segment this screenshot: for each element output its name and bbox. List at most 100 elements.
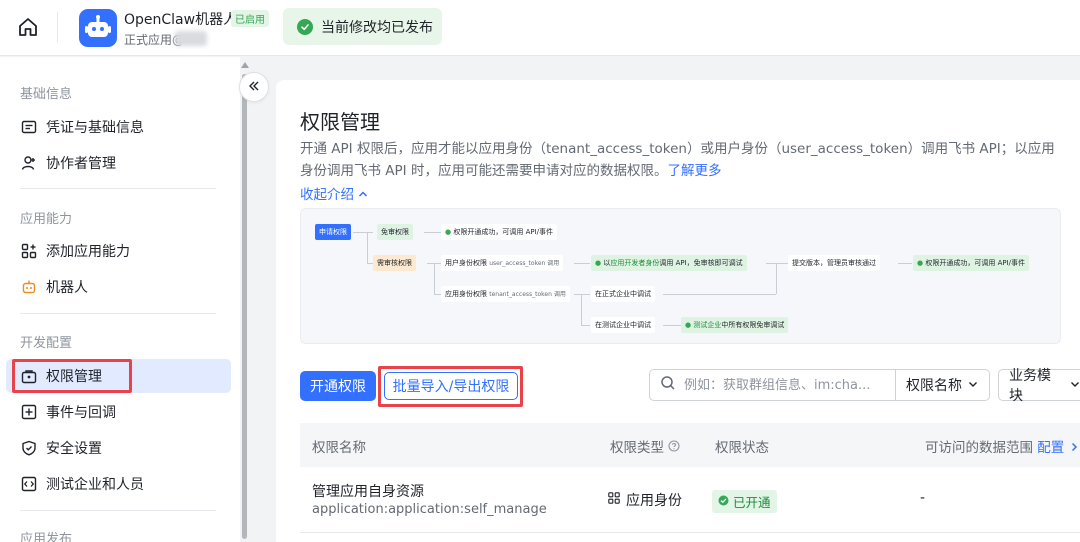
learn-more-link[interactable]: 了解更多 [667, 163, 721, 179]
sidebar-item-bot[interactable]: 机器人 [6, 270, 231, 304]
table-header: 权限名称 权限类型 权限状态 可访问的数据范围 配置 [300, 423, 1080, 467]
collapse-intro-link[interactable]: 收起介绍 [300, 183, 368, 203]
highlight-box-permissions [12, 359, 132, 393]
flow-text: 用户身份权限 [445, 259, 487, 267]
help-circle-icon[interactable] [668, 440, 680, 456]
flow-text: 权限开通成功，可调用 API/事件 [453, 228, 554, 236]
sidebar-item-label: 安全设置 [46, 441, 102, 457]
sidebar-item-add-capability[interactable]: 添加应用能力 [6, 234, 231, 268]
flow-node-test-debug: 在测试企业中调试 [591, 317, 655, 333]
sidebar-item-label: 添加应用能力 [46, 244, 130, 260]
column-header-scope: 可访问的数据范围 配置 [925, 436, 1079, 456]
header-divider [57, 12, 58, 42]
enable-permission-button[interactable]: 开通权限 [300, 371, 376, 401]
flow-node-no-review-result: ● 权限开通成功，可调用 API/事件 [441, 224, 558, 240]
flow-line [766, 263, 788, 264]
chevron-right-icon[interactable] [1069, 440, 1079, 456]
flow-line [663, 294, 776, 295]
robot-app-icon [79, 9, 117, 47]
permission-flow-diagram: 申请权限 免审权限 ● 权限开通成功，可调用 API/事件 需审核权限 用户身份… [300, 208, 1061, 344]
column-label: 权限类型 [610, 440, 664, 456]
sidebar-scrollbar[interactable] [241, 62, 249, 542]
table-row[interactable]: 管理应用自身资源 application:application:self_ma… [300, 467, 1080, 533]
column-header-name: 权限名称 [312, 440, 366, 456]
sidebar-item-label: 协作者管理 [46, 156, 116, 172]
page-description: 开通 API 权限后，应用才能以应用身份（tenant_access_token… [300, 138, 1060, 182]
flow-line [353, 232, 373, 233]
flow-node-user-result: ● 以应用开发者身份调用 API，免审核即可调试 [591, 255, 747, 271]
app-status-badge: 已启用 [231, 10, 269, 27]
flow-line [367, 232, 368, 263]
flow-node-submit: 提交版本，管理员审核通过 [788, 255, 880, 271]
double-chevron-left-icon [247, 78, 261, 97]
flow-line [581, 325, 590, 326]
column-header-status: 权限状态 [715, 440, 769, 456]
flow-node-prod-debug: 在正式企业中调试 [591, 286, 655, 302]
check-circle-icon: ● [685, 321, 692, 329]
flow-text: 权限开通成功，可调用 API/事件 [925, 259, 1026, 267]
module-select[interactable]: 业务模块 [998, 368, 1080, 404]
flow-node-need-review: 需审核权限 [373, 255, 416, 271]
column-header-type: 权限类型 [610, 436, 680, 456]
chevron-up-icon [358, 187, 368, 203]
collapse-intro-label: 收起介绍 [300, 187, 354, 203]
sidebar-item-collaborators[interactable]: 协作者管理 [6, 146, 231, 180]
status-badge: 已开通 [712, 490, 777, 513]
flow-node-no-review: 免审权限 [377, 224, 413, 240]
flow-highlight: 应用开发者身份 [610, 259, 660, 267]
toast-text: 当前修改均已发布 [321, 19, 433, 36]
search-input[interactable] [684, 377, 884, 393]
search-box[interactable] [649, 369, 896, 401]
sidebar-divider [20, 188, 216, 189]
flow-subtext: tenant_access_token 调用 [489, 291, 566, 298]
sidebar-item-test-tenant[interactable]: 测试企业和人员 [6, 467, 231, 501]
permission-type: 应用身份 [608, 490, 682, 510]
flow-line [574, 294, 590, 295]
type-label: 应用身份 [626, 493, 682, 509]
flow-subtext: user_access_token 调用 [489, 260, 560, 267]
sidebar-item-label: 测试企业和人员 [46, 477, 144, 493]
highlight-box-batch [378, 366, 523, 407]
flow-line [434, 263, 435, 294]
flow-line [574, 263, 590, 264]
grid-add-icon [20, 242, 38, 260]
home-icon[interactable] [16, 15, 40, 39]
sidebar-item-credentials[interactable]: 凭证与基础信息 [6, 110, 231, 144]
search-field-select[interactable]: 权限名称 [895, 369, 990, 401]
check-circle-icon: ● [445, 228, 452, 236]
sidebar-item-label: 机器人 [46, 280, 88, 296]
event-plus-icon [20, 403, 38, 421]
chevron-down-icon [968, 377, 978, 393]
shield-icon [20, 439, 38, 457]
sidebar-divider [20, 313, 216, 314]
flow-node-app-identity: 应用身份权限 tenant_access_token 调用 [441, 286, 570, 302]
data-scope-value: - [920, 490, 926, 506]
scrollbar-thumb[interactable] [242, 74, 247, 539]
grid-icon [608, 492, 620, 508]
app-name: OpenClaw机器人 [124, 12, 238, 28]
sidebar-item-events[interactable]: 事件与回调 [6, 395, 231, 429]
section-dev-config: 开发配置 [20, 336, 73, 351]
search-icon [660, 375, 676, 395]
collapse-sidebar-button[interactable] [239, 72, 269, 102]
status-label: 已开通 [733, 495, 771, 510]
code-box-icon [20, 475, 38, 493]
permission-name: 管理应用自身资源 [312, 484, 424, 500]
flow-line [898, 263, 912, 264]
page-title: 权限管理 [300, 110, 380, 134]
sidebar-item-label: 凭证与基础信息 [46, 120, 144, 136]
sidebar-item-security[interactable]: 安全设置 [6, 431, 231, 465]
robot-icon [20, 278, 38, 296]
flow-line [663, 325, 681, 326]
column-label: 可访问的数据范围 [925, 440, 1033, 456]
flow-text: 中所有权限免审调试 [721, 321, 785, 329]
flow-line [434, 294, 441, 295]
section-app-release: 应用发布 [20, 532, 73, 542]
check-circle-icon [297, 18, 313, 35]
flow-node-final-result: ● 权限开通成功，可调用 API/事件 [913, 255, 1030, 271]
chevron-down-icon [1070, 377, 1080, 393]
credential-icon [20, 118, 38, 136]
scroll-up-arrow-icon[interactable] [241, 62, 249, 68]
top-bar: OpenClaw机器人 已启用 正式应用@ 当前修改均已发布 [0, 0, 1080, 56]
config-link[interactable]: 配置 [1037, 440, 1064, 456]
